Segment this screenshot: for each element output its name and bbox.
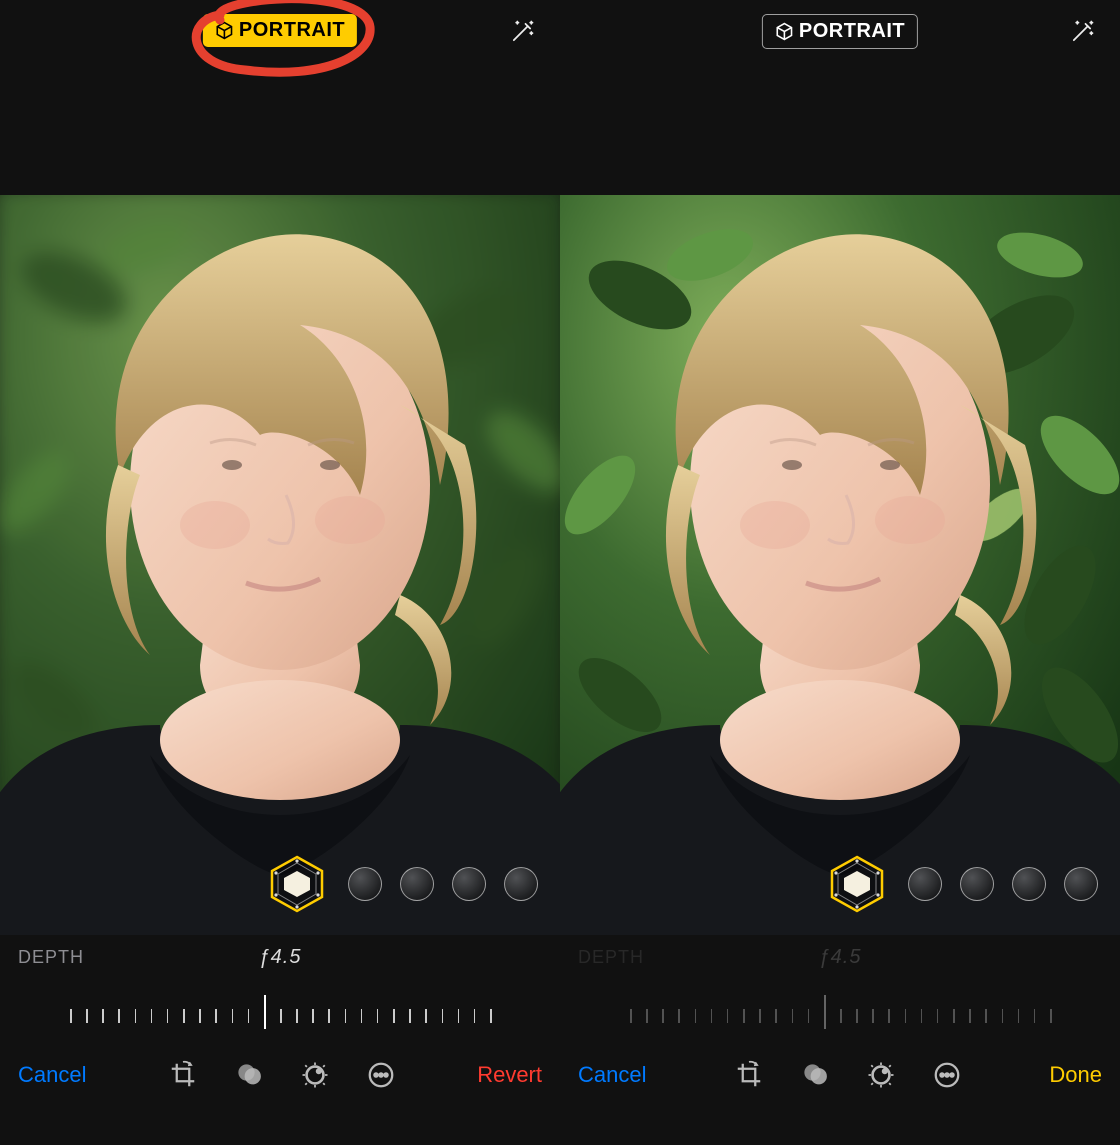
cube-icon (775, 22, 794, 41)
lighting-option[interactable] (1012, 867, 1046, 901)
adjust-dial-icon (866, 1060, 896, 1090)
filters-icon (234, 1060, 264, 1090)
cancel-button[interactable]: Cancel (578, 1062, 646, 1088)
lighting-option[interactable] (452, 867, 486, 901)
more-icon (366, 1060, 396, 1090)
lighting-option-selected[interactable] (826, 853, 888, 915)
natural-light-icon (826, 853, 888, 915)
depth-slider[interactable] (0, 980, 560, 1042)
magic-wand-icon (1068, 18, 1096, 46)
lighting-option[interactable] (400, 867, 434, 901)
cube-icon (215, 21, 234, 40)
crop-rotate-icon (168, 1060, 198, 1090)
aperture-value: ƒ4.5 (560, 946, 1120, 969)
lighting-option[interactable] (960, 867, 994, 901)
portrait-mode-label: PORTRAIT (799, 20, 905, 43)
lighting-option[interactable] (908, 867, 942, 901)
header-area: PORTRAIT (560, 0, 1120, 195)
cancel-button[interactable]: Cancel (18, 1062, 86, 1088)
lighting-option[interactable] (348, 867, 382, 901)
auto-enhance-button[interactable] (504, 14, 540, 50)
photo-preview[interactable] (560, 195, 1120, 935)
portrait-lighting-selector[interactable] (266, 853, 560, 915)
crop-rotate-icon (734, 1060, 764, 1090)
adjust-button[interactable] (300, 1060, 330, 1090)
photo-subject (0, 195, 560, 935)
photo-preview[interactable] (0, 195, 560, 935)
done-button[interactable]: Done (1049, 1062, 1102, 1088)
bottom-toolbar: Cancel (560, 1042, 1120, 1108)
header-area: PORTRAIT (0, 0, 560, 195)
aperture-value: ƒ4.5 (0, 946, 560, 969)
more-icon (932, 1060, 962, 1090)
lighting-option[interactable] (1064, 867, 1098, 901)
edit-tool-icons (734, 1060, 962, 1090)
auto-enhance-button[interactable] (1064, 14, 1100, 50)
depth-header: DEPTH ƒ4.5 (560, 935, 1120, 980)
adjust-dial-icon (300, 1060, 330, 1090)
filters-button[interactable] (234, 1060, 264, 1090)
revert-button[interactable]: Revert (477, 1062, 542, 1088)
more-button[interactable] (932, 1060, 962, 1090)
magic-wand-icon (508, 18, 536, 46)
adjust-button[interactable] (866, 1060, 896, 1090)
depth-slider-track (70, 991, 490, 1031)
depth-slider-track (630, 991, 1050, 1031)
more-button[interactable] (366, 1060, 396, 1090)
crop-rotate-button[interactable] (734, 1060, 764, 1090)
lighting-option[interactable] (504, 867, 538, 901)
portrait-mode-label: PORTRAIT (239, 19, 345, 42)
photo-subject (560, 195, 1120, 935)
depth-header: DEPTH ƒ4.5 (0, 935, 560, 980)
lighting-option-selected[interactable] (266, 853, 328, 915)
filters-button[interactable] (800, 1060, 830, 1090)
bottom-toolbar: Cancel (0, 1042, 560, 1108)
edit-tool-icons (168, 1060, 396, 1090)
natural-light-icon (266, 853, 328, 915)
portrait-mode-toggle[interactable]: PORTRAIT (203, 14, 357, 47)
depth-slider[interactable] (560, 980, 1120, 1042)
portrait-mode-toggle[interactable]: PORTRAIT (762, 14, 918, 49)
portrait-lighting-selector[interactable] (826, 853, 1120, 915)
crop-rotate-button[interactable] (168, 1060, 198, 1090)
filters-icon (800, 1060, 830, 1090)
editor-pane-right: PORTRAIT (560, 0, 1120, 1145)
editor-pane-left: PORTRAIT (0, 0, 560, 1145)
